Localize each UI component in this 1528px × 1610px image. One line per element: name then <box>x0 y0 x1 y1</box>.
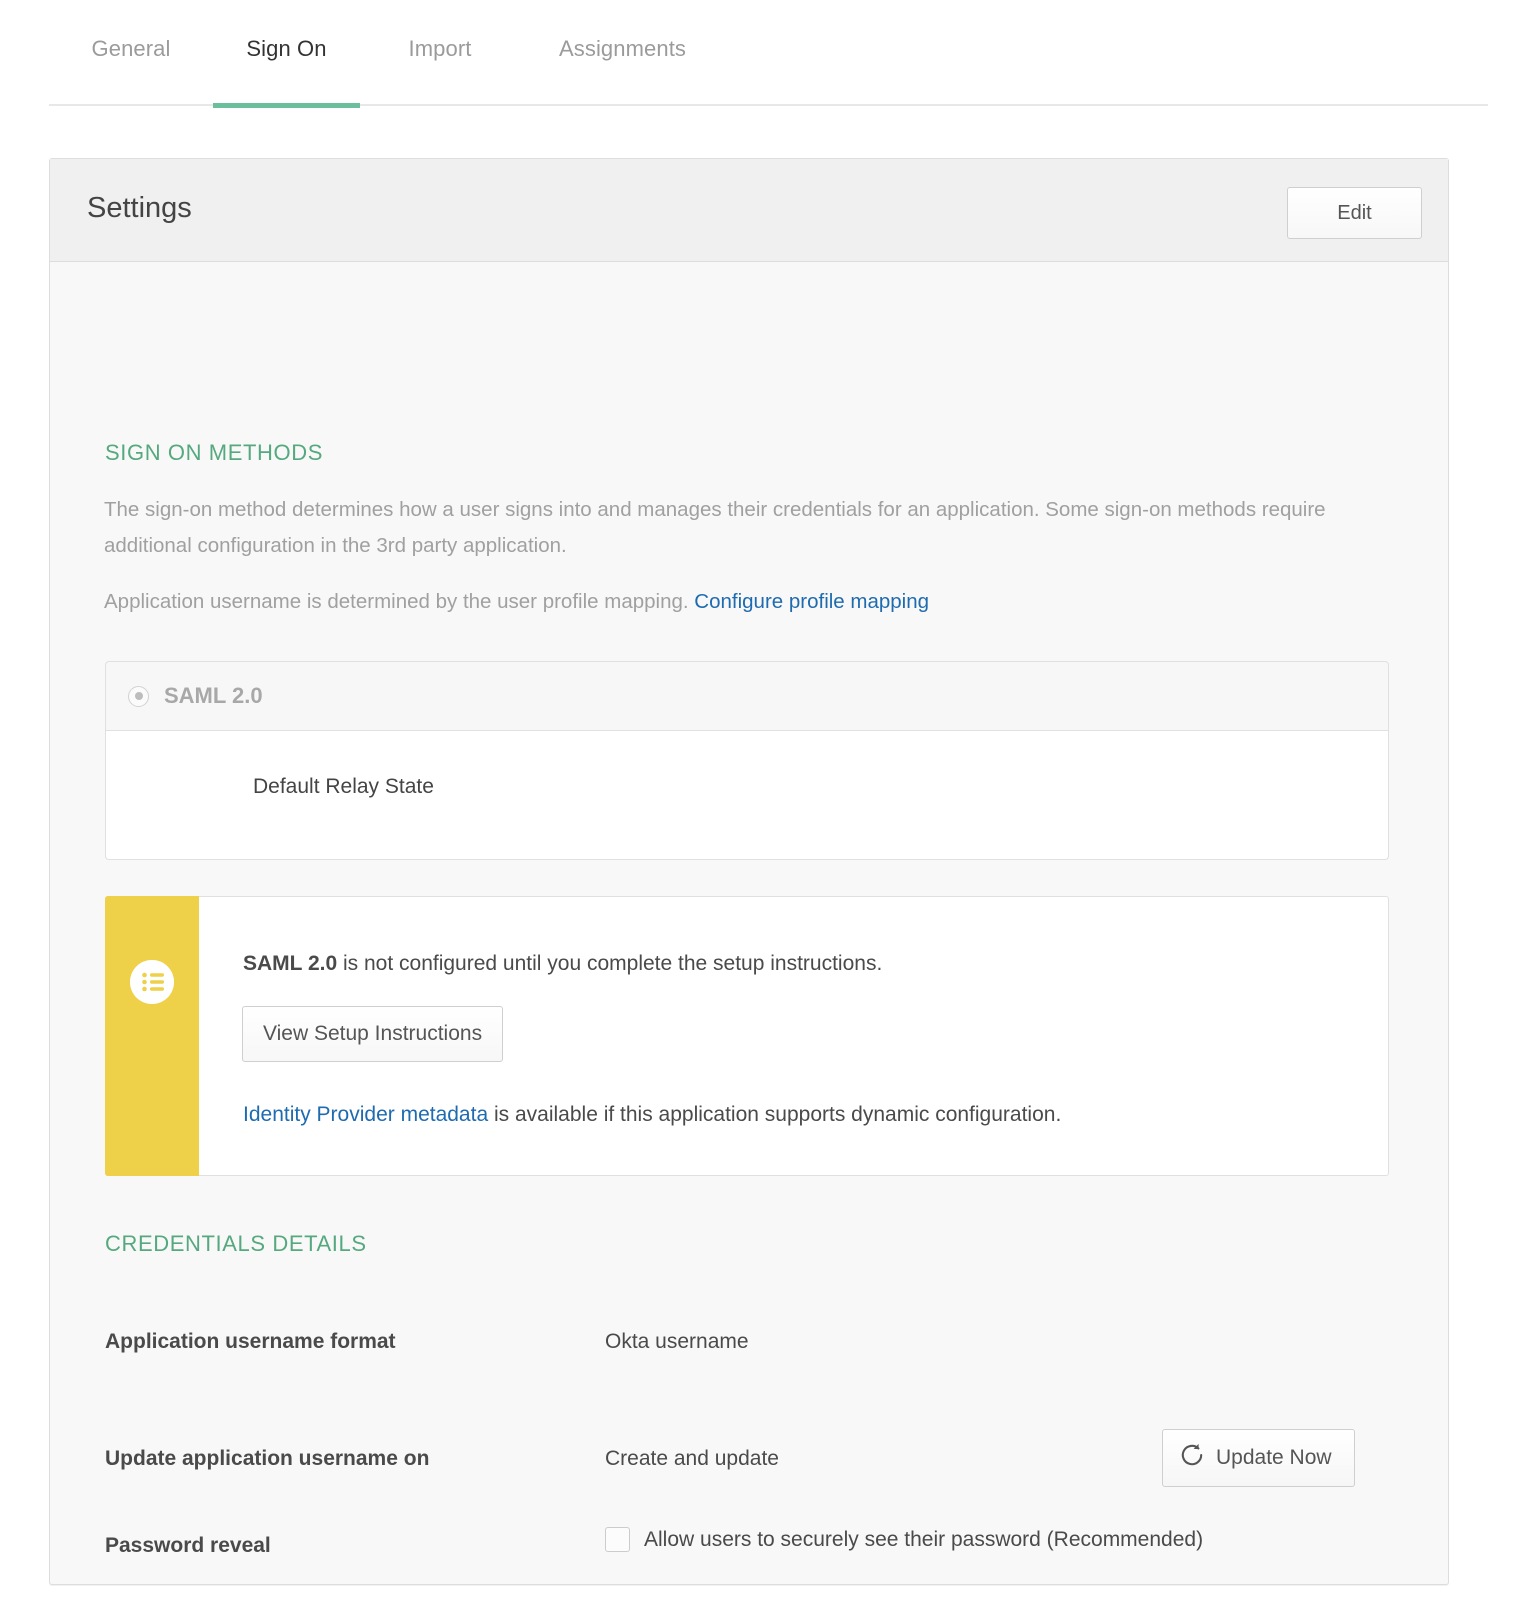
page-title: Settings <box>87 192 192 224</box>
callout-message-rest: is not configured until you complete the… <box>337 952 883 975</box>
update-now-button[interactable]: Update Now <box>1162 1429 1355 1487</box>
tab-assignments[interactable]: Assignments <box>520 36 725 106</box>
update-application-username-on-value: Create and update <box>605 1447 779 1470</box>
tab-assignments-label: Assignments <box>558 36 687 61</box>
view-setup-instructions-button[interactable]: View Setup Instructions <box>242 1006 504 1062</box>
settings-card: Settings Edit SIGN ON METHODS The sign-o… <box>49 158 1449 1585</box>
saml-method-label: SAML 2.0 <box>164 683 263 708</box>
password-reveal-checkbox[interactable] <box>605 1527 630 1552</box>
page-root: General Sign On Import Assignments Setti… <box>0 0 1528 1610</box>
settings-card-header: Settings Edit <box>50 159 1448 262</box>
password-reveal-checkbox-label[interactable]: Allow users to securely see their passwo… <box>644 1528 1203 1552</box>
profile-mapping-text: Application username is determined by th… <box>104 590 695 613</box>
sign-on-methods-heading: SIGN ON METHODS <box>105 440 324 465</box>
default-relay-state-label: Default Relay State <box>253 775 434 798</box>
callout-metadata-line: Identity Provider metadata is available … <box>243 1103 1061 1127</box>
credentials-details-heading: CREDENTIALS DETAILS <box>105 1231 367 1256</box>
identity-provider-metadata-link[interactable]: Identity Provider metadata <box>243 1103 488 1126</box>
radio-selected-icon[interactable] <box>128 685 149 707</box>
sign-on-methods-description: The sign-on method determines how a user… <box>104 498 1326 557</box>
password-reveal-field: Allow users to securely see their passwo… <box>605 1527 1203 1552</box>
edit-button[interactable]: Edit <box>1287 187 1422 239</box>
setup-instructions-callout: SAML 2.0 is not configured until you com… <box>105 896 1389 1176</box>
application-username-format-label: Application username format <box>105 1330 396 1353</box>
tab-import[interactable]: Import <box>360 36 520 106</box>
list-icon <box>130 960 174 1004</box>
application-username-format-value: Okta username <box>605 1330 749 1353</box>
update-now-button-label: Update Now <box>1216 1446 1332 1469</box>
saml-method-option[interactable]: SAML 2.0 <box>105 661 1389 731</box>
callout-accent-bar <box>105 896 199 1176</box>
callout-body: SAML 2.0 is not configured until you com… <box>199 897 1388 1175</box>
tab-sign-on[interactable]: Sign On <box>213 36 360 108</box>
sign-on-method-group: SAML 2.0 Default Relay State <box>105 661 1389 860</box>
configure-profile-mapping-link[interactable]: Configure profile mapping <box>694 590 929 613</box>
tab-list: General Sign On Import Assignments <box>49 0 1488 108</box>
update-application-username-on-label: Update application username on <box>105 1447 430 1470</box>
tab-general[interactable]: General <box>49 36 213 106</box>
tab-bar: General Sign On Import Assignments <box>49 0 1488 108</box>
tab-sign-on-label: Sign On <box>246 36 327 61</box>
tab-general-label: General <box>91 36 171 61</box>
callout-message-bold: SAML 2.0 <box>243 952 338 975</box>
callout-message: SAML 2.0 is not configured until you com… <box>243 952 882 976</box>
saml-method-details: Default Relay State <box>105 731 1389 860</box>
refresh-icon <box>1179 1442 1205 1474</box>
profile-mapping-paragraph: Application username is determined by th… <box>104 584 1384 620</box>
password-reveal-label: Password reveal <box>105 1534 271 1557</box>
callout-metadata-rest: is available if this application support… <box>488 1103 1062 1126</box>
tab-import-label: Import <box>408 36 472 61</box>
